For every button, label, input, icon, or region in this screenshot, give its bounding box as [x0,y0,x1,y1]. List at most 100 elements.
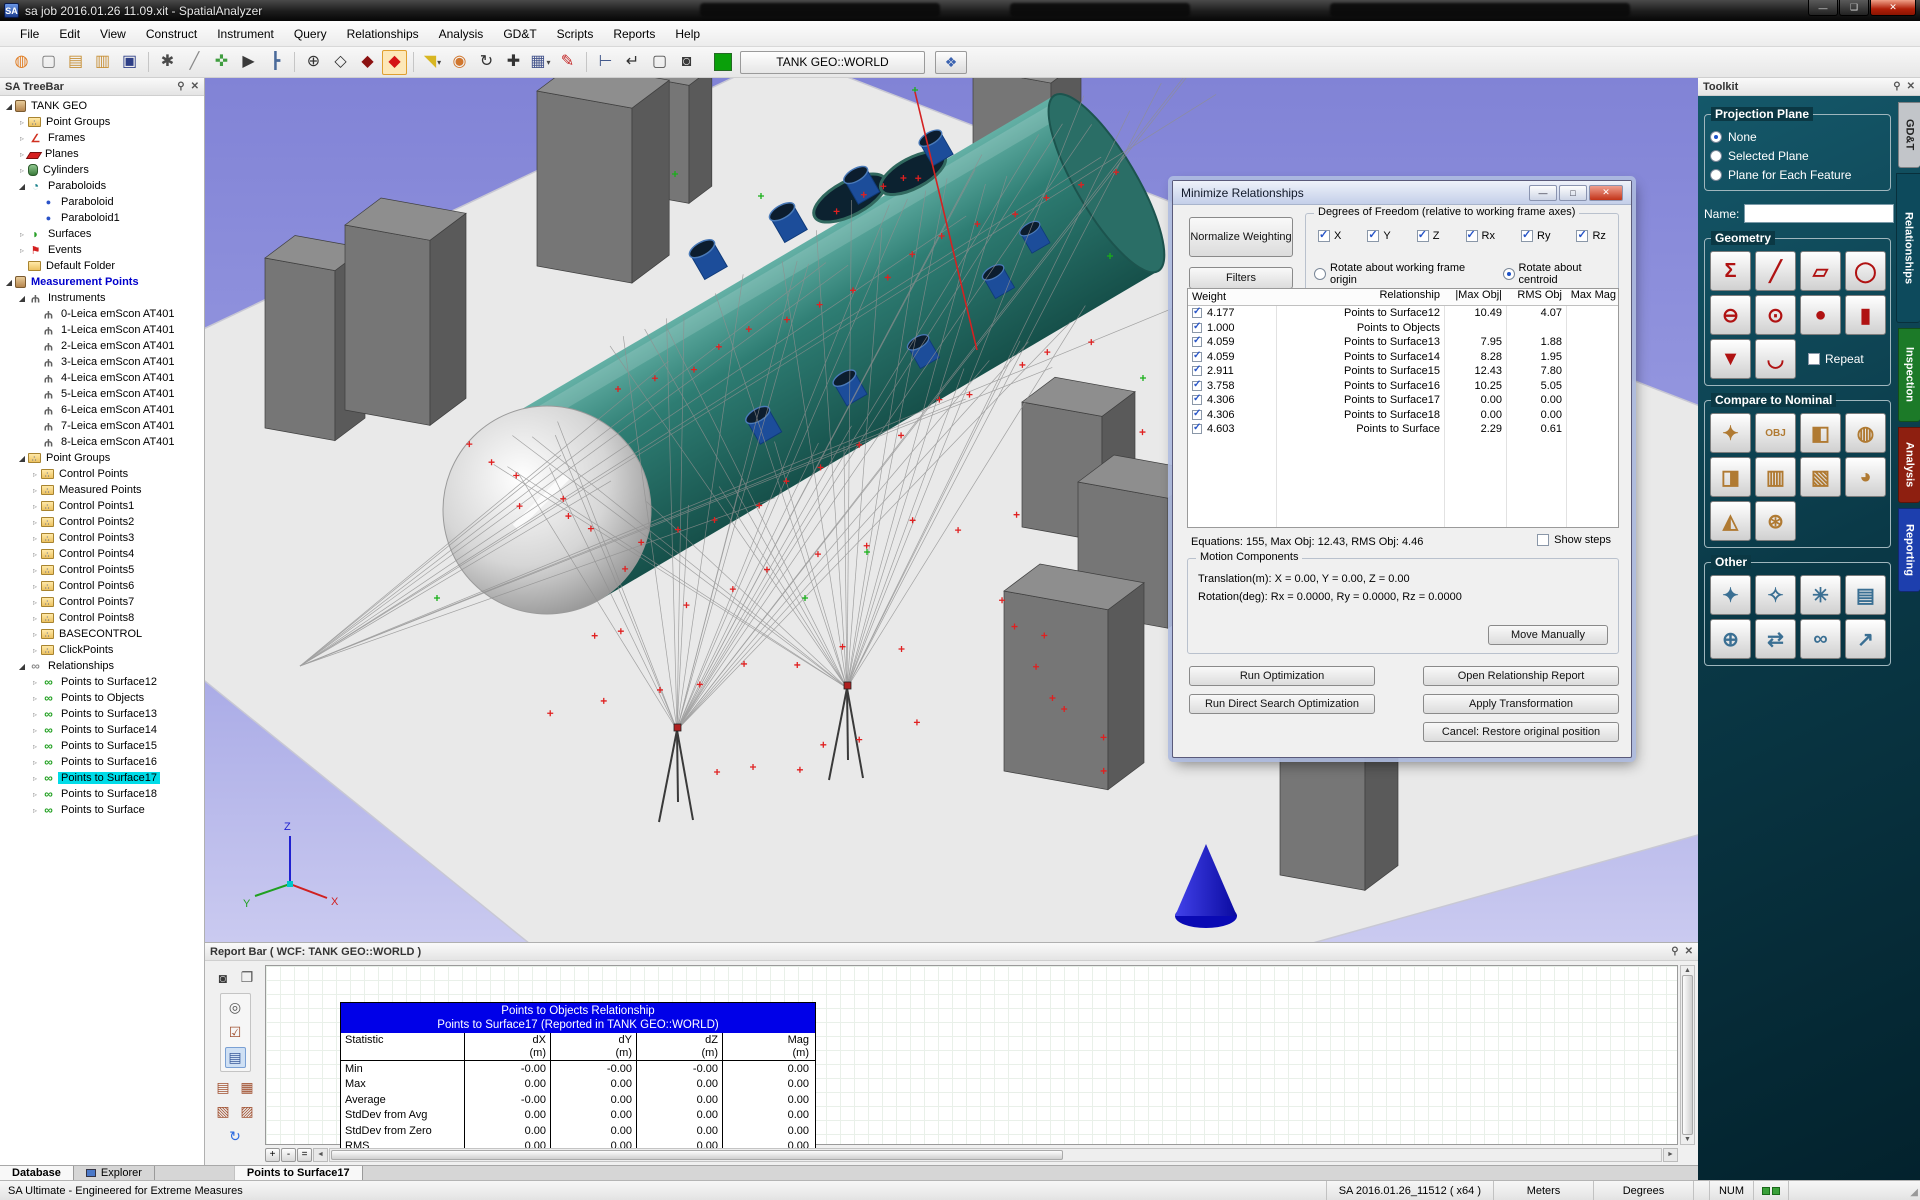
status-angle-units[interactable]: Degrees [1593,1181,1693,1200]
relationship-weight-table[interactable]: Weight Relationship |Max Obj| RMS Obj Ma… [1187,288,1619,528]
copy-button[interactable]: ❐ [237,967,258,988]
tree-expander-icon[interactable]: ▹ [29,550,41,559]
view-solid-edge-button[interactable]: ◆ [355,50,380,75]
tab-database[interactable]: Database [0,1166,74,1180]
tree-expander-icon[interactable]: ▹ [29,806,41,815]
tree-item-control-points7[interactable]: ▹Control Points7 [0,594,204,610]
close-icon[interactable]: ✕ [1907,81,1915,92]
tree-expander-icon[interactable]: ▹ [29,470,41,479]
menu-item-instrument[interactable]: Instrument [207,22,284,46]
view-wireframe-button[interactable]: ⊕ [301,50,326,75]
checkbox-icon[interactable] [1192,395,1202,405]
capture-button[interactable]: ◙ [213,967,234,988]
close-button[interactable]: ✕ [1870,0,1916,16]
dof-check-z[interactable]: Z [1417,230,1440,242]
run-script-button[interactable]: ▶ [236,50,261,75]
side-tab-relationships[interactable]: Relationships [1896,173,1920,323]
relationship-row[interactable]: 3.758Points to Surface1610.255.05 [1188,379,1618,394]
zoom-in-button[interactable]: + [265,1148,280,1162]
tree-expander-icon[interactable]: ◢ [3,102,15,111]
fit-plane-button[interactable]: ▱ [1800,251,1841,291]
menu-item-reports[interactable]: Reports [603,22,665,46]
checkbox-icon[interactable] [1192,308,1202,318]
run-optimization-button[interactable]: Run Optimization [1189,666,1375,686]
tree-item-events[interactable]: ▹Events [0,242,204,258]
tree-expander-icon[interactable]: ▹ [29,694,41,703]
tree-expander-icon[interactable]: ▹ [29,518,41,527]
show-steps-toggle[interactable]: Show steps [1537,534,1611,546]
tree-item-surfaces[interactable]: ▹Surfaces [0,226,204,242]
relationship-row[interactable]: 4.306Points to Surface180.000.00 [1188,408,1618,423]
menu-item-edit[interactable]: Edit [49,22,90,46]
tree-expander-icon[interactable]: ◢ [3,278,15,287]
report-vertical-scrollbar[interactable]: ▲ ▼ [1680,965,1695,1145]
checkbox-icon[interactable] [1537,534,1549,546]
tree-expander-icon[interactable]: ▹ [29,582,41,591]
tree-expander-icon[interactable]: ▹ [29,598,41,607]
report-button[interactable]: ▤ [213,1077,234,1098]
checkbox-icon[interactable] [1521,230,1533,242]
tree-item-points-to-surface13[interactable]: ▹Points to Surface13 [0,706,204,722]
side-tab-analysis[interactable]: Analysis [1898,427,1920,503]
relationship-row[interactable]: 4.059Points to Surface137.951.88 [1188,335,1618,350]
checkbox-icon[interactable] [1367,230,1379,242]
checkbox-icon[interactable] [1417,230,1429,242]
open-folder-button[interactable]: ▤ [63,50,88,75]
checkbox-icon[interactable] [1192,410,1202,420]
dropdown-caret-icon[interactable]: ▾ [547,58,551,67]
normalize-weighting-button[interactable]: Normalize Weighting [1189,217,1293,257]
relationship-row[interactable]: 4.603Points to Surface2.290.61 [1188,422,1618,437]
tree-expander-icon[interactable]: ◢ [16,454,28,463]
points-to-nominal-button[interactable]: ✦ [1710,413,1751,453]
tree-expander-icon[interactable]: ▹ [29,790,41,799]
dialog-maximize-button[interactable]: □ [1559,185,1587,201]
checkbox-icon[interactable] [1192,381,1202,391]
slot-to-nominal-button[interactable]: ◨ [1710,457,1751,497]
tree-item-tank-geo[interactable]: ◢TANK GEO [0,98,204,114]
tree-expander-icon[interactable]: ▹ [29,566,41,575]
tree-item-default-folder[interactable]: Default Folder [0,258,204,274]
tree-expander-icon[interactable]: ▹ [29,486,41,495]
scrollbar-thumb[interactable] [331,1150,1063,1160]
surface-to-nominal-button[interactable]: ◧ [1800,413,1841,453]
tree-item-instruments[interactable]: ◢Instruments [0,290,204,306]
resize-grip[interactable]: ◢ [1910,1187,1918,1198]
dialog-titlebar[interactable]: Minimize Relationships — □ ✕ [1173,181,1631,205]
open-relationship-report-button[interactable]: Open Relationship Report [1423,666,1619,686]
view-direction-button[interactable]: ◥▾ [420,50,445,75]
side-tab-gd-t[interactable]: GD&T [1898,102,1920,168]
settings-gear-button[interactable]: ✱ [155,50,180,75]
minimize-relationships-dialog[interactable]: Minimize Relationships — □ ✕ Normalize W… [1172,180,1632,758]
menu-item-view[interactable]: View [90,22,136,46]
dof-check-x[interactable]: X [1318,230,1341,242]
tree-item-4-leica-emscon-at401[interactable]: 4-Leica emScon AT401 [0,370,204,386]
dropdown-caret-icon[interactable]: ▾ [437,58,441,67]
tree-item-3-leica-emscon-at401[interactable]: 3-Leica emScon AT401 [0,354,204,370]
checkbox-icon[interactable] [1192,337,1202,347]
tree-item-planes[interactable]: ▹Planes [0,146,204,162]
fit-cylinder-button[interactable]: ▮ [1845,295,1886,335]
tree-item-points-to-surface18[interactable]: ▹Points to Surface18 [0,786,204,802]
import-file-button[interactable]: ▥ [90,50,115,75]
active-color-swatch[interactable] [714,53,732,71]
cloud-ops-button[interactable]: ⊕ [1710,619,1751,659]
apply-transformation-button[interactable]: Apply Transformation [1423,694,1619,714]
tree-item-points-to-surface[interactable]: ▹Points to Surface [0,802,204,818]
tree-expander-icon[interactable]: ◢ [16,294,28,303]
refresh-button[interactable]: ↻ [225,1127,246,1146]
tree-item-control-points3[interactable]: ▹Control Points3 [0,530,204,546]
dialog-close-button[interactable]: ✕ [1589,185,1623,201]
quick-align-button[interactable]: ✦ [1710,575,1751,615]
tree-expander-icon[interactable]: ▹ [29,678,41,687]
tree-expander-icon[interactable]: ▹ [29,534,41,543]
side-tab-inspection[interactable]: Inspection [1898,328,1920,422]
tree-expander-icon[interactable]: ▹ [29,614,41,623]
checkbox-icon[interactable] [1466,230,1478,242]
tree-item-control-points4[interactable]: ▹Control Points4 [0,546,204,562]
zoom-out-button[interactable]: - [281,1148,296,1162]
checkbox-icon[interactable] [1192,424,1202,434]
checklist-button[interactable]: ☑ [225,1022,246,1043]
sphere-to-nominal-button[interactable]: ◕ [1845,457,1886,497]
scroll-down-icon[interactable]: ▼ [1684,1136,1691,1143]
inspect-button[interactable]: ◎ [225,997,246,1018]
